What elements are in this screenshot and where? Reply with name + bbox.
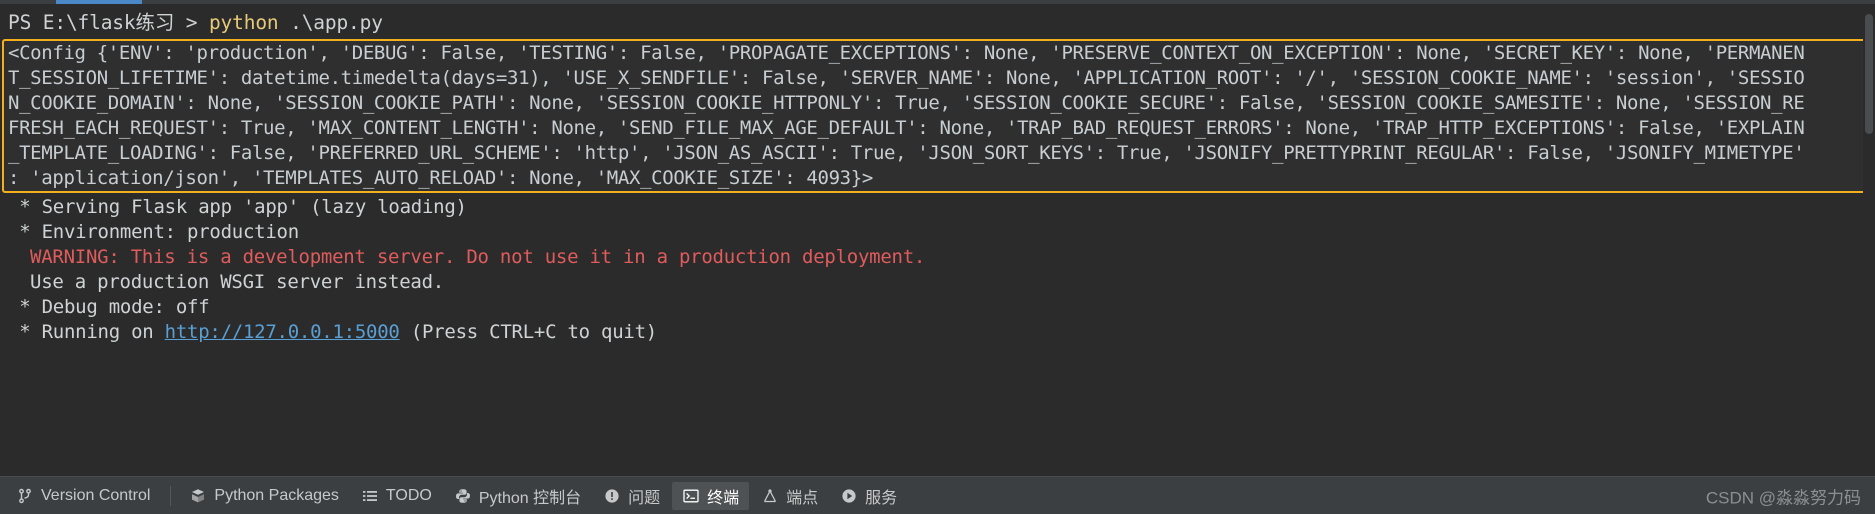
toolbar-item-python-packages[interactable]: Python Packages — [179, 482, 349, 510]
development-server-warning: WARNING: This is a development server. D… — [30, 246, 926, 268]
config-output-highlight-box: <Config {'ENV': 'production', 'DEBUG': F… — [2, 39, 1869, 193]
problems-icon — [603, 487, 621, 505]
debug-mode-line: * Debug mode: off — [8, 296, 210, 318]
csdn-watermark: CSDN @淼淼努力码 — [1705, 488, 1861, 507]
ide-window: PS E:\flask练习 > python .\app.py <Config … — [0, 0, 1875, 514]
branch-icon — [16, 487, 34, 505]
toolbar-item-version-control[interactable]: Version Control — [6, 482, 160, 510]
terminal-scrollbar-thumb[interactable] — [1865, 14, 1873, 134]
list-icon — [361, 487, 379, 505]
running-line: * Running on http://127.0.0.1:5000 (Pres… — [0, 320, 1875, 345]
toolbar-divider — [170, 485, 172, 506]
wsgi-advice-line: Use a production WSGI server instead. — [30, 271, 444, 293]
config-line: : 'application/json', 'TEMPLATES_AUTO_RE… — [8, 167, 873, 189]
prompt-command: python — [208, 11, 279, 34]
bottom-tool-window-bar: Version Control Python Packages TODO Pyt… — [0, 476, 1875, 514]
toolbar-item-todo[interactable]: TODO — [351, 482, 442, 510]
toolbar-item-label: Python 控制台 — [478, 489, 582, 507]
packages-icon — [189, 487, 207, 505]
endpoints-icon — [761, 487, 779, 505]
toolbar-item-label: TODO — [385, 486, 432, 504]
config-line: _TEMPLATE_LOADING': False, 'PREFERRED_UR… — [8, 142, 1805, 164]
toolbar-item-terminal[interactable]: 终端 — [672, 481, 750, 510]
shell-prompt-line: PS E:\flask练习 > python .\app.py — [0, 8, 1875, 38]
terminal-icon — [682, 487, 700, 505]
environment-line: * Environment: production — [8, 221, 299, 243]
terminal-panel[interactable]: PS E:\flask练习 > python .\app.py <Config … — [0, 4, 1875, 476]
prompt-prefix: PS E:\flask练习 > — [8, 11, 209, 34]
serving-line: * Serving Flask app 'app' (lazy loading) — [8, 196, 467, 218]
toolbar-item-label: 问题 — [628, 489, 661, 507]
python-console-icon — [454, 487, 472, 505]
toolbar-item-label: Version Control — [41, 486, 151, 504]
server-url-link[interactable]: http://127.0.0.1:5000 — [165, 321, 400, 343]
toolbar-item-label: 端点 — [786, 489, 819, 507]
running-prefix: * Running on — [8, 321, 165, 343]
toolbar-item-label: 服务 — [865, 489, 898, 507]
services-icon — [840, 487, 858, 505]
config-line: N_COOKIE_DOMAIN': None, 'SESSION_COOKIE_… — [8, 92, 1805, 114]
toolbar-item-services[interactable]: 服务 — [830, 482, 907, 510]
running-suffix: (Press CTRL+C to quit) — [399, 321, 657, 343]
toolbar-item-label: 终端 — [707, 489, 740, 507]
terminal-scrollbar[interactable] — [1863, 8, 1875, 380]
config-line: FRESH_EACH_REQUEST': True, 'MAX_CONTENT_… — [8, 117, 1805, 139]
toolbar-item-python-console[interactable]: Python 控制台 — [444, 482, 591, 510]
config-line: T_SESSION_LIFETIME': datetime.timedelta(… — [8, 67, 1805, 89]
prompt-args: .\app.py — [278, 11, 383, 34]
toolbar-item-label: Python Packages — [214, 486, 339, 504]
config-line: <Config {'ENV': 'production', 'DEBUG': F… — [8, 42, 1805, 64]
toolbar-item-endpoints[interactable]: 端点 — [751, 482, 828, 510]
toolbar-item-problems[interactable]: 问题 — [593, 482, 670, 510]
